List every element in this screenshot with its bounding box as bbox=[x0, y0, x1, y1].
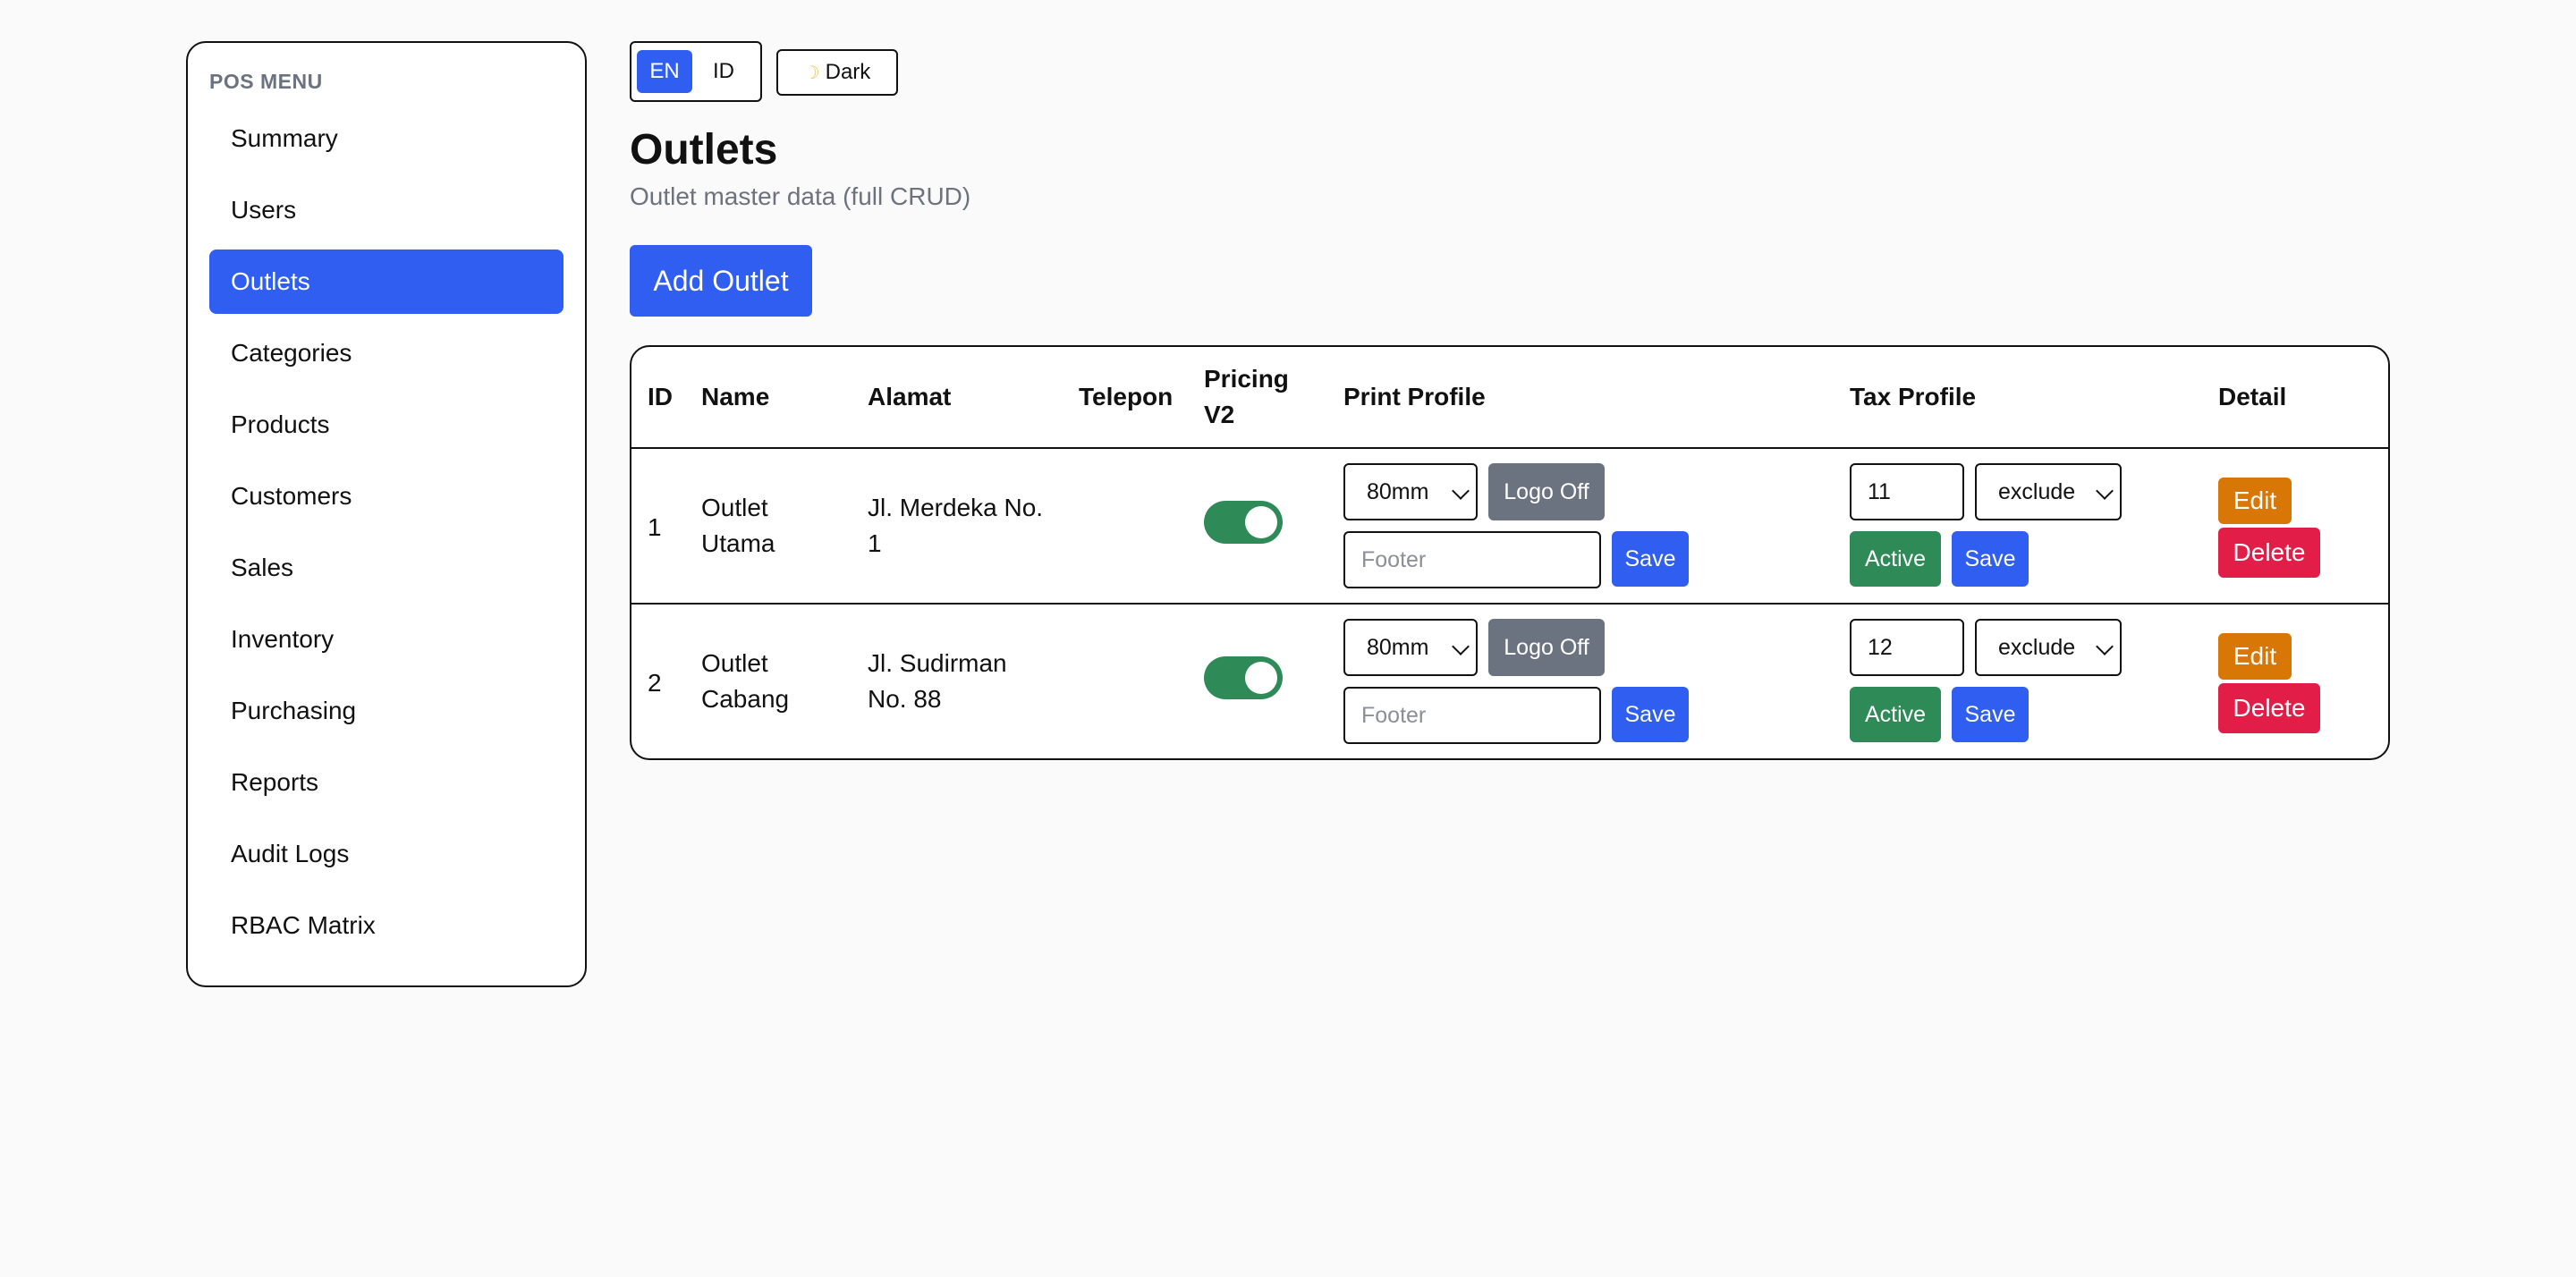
header-detail: Detail bbox=[2218, 383, 2287, 410]
paper-size-value: 80mm bbox=[1367, 634, 1429, 660]
sidebar-item-customers[interactable]: Customers bbox=[209, 464, 564, 529]
print-profile-save-button[interactable]: Save bbox=[1612, 687, 1689, 742]
header-alamat: Alamat bbox=[868, 383, 952, 410]
delete-button[interactable]: Delete bbox=[2218, 528, 2320, 578]
sidebar-item-reports[interactable]: Reports bbox=[209, 750, 564, 815]
paper-size-value: 80mm bbox=[1367, 478, 1429, 504]
logo-toggle-button[interactable]: Logo Off bbox=[1488, 619, 1605, 676]
sidebar-item-audit-logs[interactable]: Audit Logs bbox=[209, 822, 564, 886]
cell-id: 2 bbox=[648, 669, 662, 697]
tax-mode-value: exclude bbox=[1998, 478, 2076, 504]
pricing-v2-toggle[interactable] bbox=[1204, 656, 1283, 699]
sidebar-title: POS MENU bbox=[209, 70, 323, 93]
table-row: 1 Outlet Utama Jl. Merdeka No. 1 80mm Lo… bbox=[631, 449, 2388, 605]
header-print-profile: Print Profile bbox=[1343, 383, 1486, 410]
tax-status-button[interactable]: Active bbox=[1850, 531, 1941, 587]
chevron-down-icon bbox=[2096, 482, 2114, 500]
sidebar-item-inventory[interactable]: Inventory bbox=[209, 607, 564, 672]
sidebar-item-categories[interactable]: Categories bbox=[209, 321, 564, 385]
cell-alamat: Jl. Merdeka No. 1 bbox=[868, 490, 1043, 562]
cell-name: Outlet Utama bbox=[701, 490, 775, 562]
sidebar: POS MENU Summary Users Outlets Categorie… bbox=[186, 41, 587, 987]
edit-button[interactable]: Edit bbox=[2218, 633, 2292, 680]
cell-alamat: Jl. Sudirman No. 88 bbox=[868, 646, 1007, 717]
outlets-table: ID Name Alamat Telepon Pricing V2 Print … bbox=[630, 345, 2390, 760]
cell-name-line2: Utama bbox=[701, 529, 775, 557]
page-subtitle: Outlet master data (full CRUD) bbox=[630, 182, 971, 210]
cell-id: 1 bbox=[648, 513, 662, 541]
cell-name-line1: Outlet bbox=[701, 494, 768, 521]
sidebar-item-sales[interactable]: Sales bbox=[209, 536, 564, 600]
print-profile-save-button[interactable]: Save bbox=[1612, 531, 1689, 587]
tax-status-button[interactable]: Active bbox=[1850, 687, 1941, 742]
cell-alamat-line2: 1 bbox=[868, 529, 882, 557]
cell-name: Outlet Cabang bbox=[701, 646, 789, 717]
sidebar-item-products[interactable]: Products bbox=[209, 393, 564, 457]
theme-toggle-label: Dark bbox=[825, 60, 871, 84]
paper-size-select[interactable]: 80mm bbox=[1343, 463, 1478, 520]
toggle-knob bbox=[1245, 662, 1277, 694]
tax-mode-value: exclude bbox=[1998, 634, 2076, 660]
header-tax-profile: Tax Profile bbox=[1850, 383, 1977, 410]
footer-input[interactable] bbox=[1343, 531, 1601, 588]
cell-alamat-line2: No. 88 bbox=[868, 685, 942, 713]
cell-name-line1: Outlet bbox=[701, 649, 768, 677]
footer-input[interactable] bbox=[1343, 687, 1601, 744]
header-pricing-line1: Pricing bbox=[1204, 365, 1289, 393]
tax-mode-select[interactable]: exclude bbox=[1975, 619, 2122, 676]
header-id: ID bbox=[648, 383, 673, 410]
header-telepon: Telepon bbox=[1079, 383, 1174, 410]
logo-toggle-button[interactable]: Logo Off bbox=[1488, 463, 1605, 520]
pricing-v2-toggle[interactable] bbox=[1204, 501, 1283, 544]
sidebar-item-purchasing[interactable]: Purchasing bbox=[209, 679, 564, 743]
chevron-down-icon bbox=[1452, 638, 1470, 655]
cell-alamat-line1: Jl. Sudirman bbox=[868, 649, 1007, 677]
header-pricing-line2: V2 bbox=[1204, 401, 1235, 428]
edit-button[interactable]: Edit bbox=[2218, 478, 2292, 524]
table-header: ID Name Alamat Telepon Pricing V2 Print … bbox=[631, 347, 2388, 449]
moon-icon: ☽ bbox=[803, 63, 820, 83]
cell-alamat-line1: Jl. Merdeka No. bbox=[868, 494, 1044, 521]
sidebar-item-users[interactable]: Users bbox=[209, 178, 564, 242]
tax-mode-select[interactable]: exclude bbox=[1975, 463, 2122, 520]
language-switcher: EN ID bbox=[630, 41, 762, 102]
add-outlet-button[interactable]: Add Outlet bbox=[630, 245, 812, 317]
header-name: Name bbox=[701, 383, 770, 410]
cell-name-line2: Cabang bbox=[701, 685, 790, 713]
sidebar-item-rbac-matrix[interactable]: RBAC Matrix bbox=[209, 893, 564, 958]
lang-id-button[interactable]: ID bbox=[696, 50, 751, 93]
tax-rate-input[interactable] bbox=[1850, 619, 1964, 676]
delete-button[interactable]: Delete bbox=[2218, 683, 2320, 733]
paper-size-select[interactable]: 80mm bbox=[1343, 619, 1478, 676]
lang-en-button[interactable]: EN bbox=[637, 50, 692, 93]
chevron-down-icon bbox=[1452, 482, 1470, 500]
tax-rate-input[interactable] bbox=[1850, 463, 1964, 520]
sidebar-item-outlets[interactable]: Outlets bbox=[209, 249, 564, 314]
header-pricing-v2: Pricing V2 bbox=[1204, 361, 1289, 433]
sidebar-item-summary[interactable]: Summary bbox=[209, 106, 564, 171]
chevron-down-icon bbox=[2096, 638, 2114, 655]
theme-toggle-button[interactable]: ☽ Dark bbox=[776, 49, 898, 96]
tax-profile-save-button[interactable]: Save bbox=[1952, 531, 2029, 587]
tax-profile-save-button[interactable]: Save bbox=[1952, 687, 2029, 742]
table-row: 2 Outlet Cabang Jl. Sudirman No. 88 80mm… bbox=[631, 606, 2388, 758]
toggle-knob bbox=[1245, 506, 1277, 538]
page-title: Outlets bbox=[630, 126, 778, 173]
